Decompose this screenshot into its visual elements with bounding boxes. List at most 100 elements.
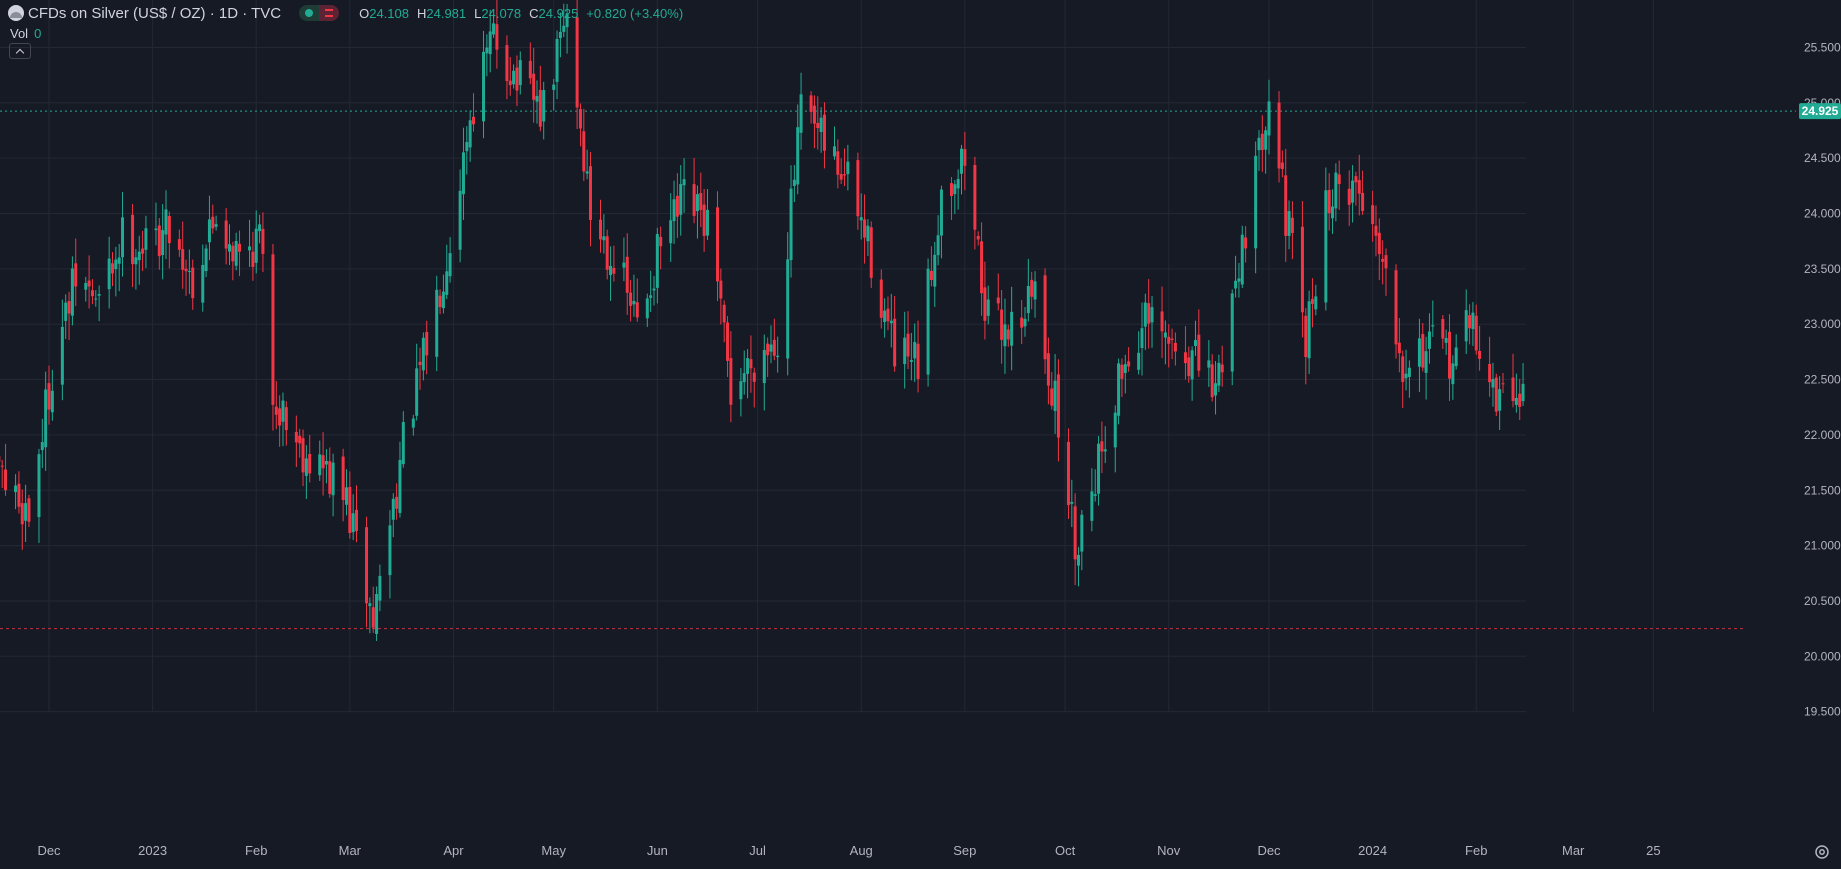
candle	[184, 259, 188, 296]
candle-body	[1381, 258, 1385, 262]
candle-body	[495, 24, 499, 50]
candle-body	[1498, 389, 1502, 411]
candle-body	[652, 288, 656, 291]
candle	[1210, 354, 1214, 402]
candle-body	[181, 249, 185, 270]
ohlc-values: O24.108 H24.981 L24.078 C24.925 +0.820 (…	[359, 6, 683, 21]
candle	[879, 269, 883, 329]
candle	[819, 107, 823, 153]
candle-body	[1046, 353, 1050, 386]
candle-body	[70, 268, 74, 316]
candle-body	[1244, 237, 1248, 249]
candle-body	[695, 194, 699, 212]
candle	[1147, 279, 1151, 349]
candle-body	[1514, 397, 1518, 405]
candle	[1080, 509, 1084, 571]
candle-body	[812, 105, 816, 124]
candle	[582, 108, 586, 182]
candle-body	[588, 166, 592, 220]
candle-body	[1237, 278, 1241, 282]
candle-body	[933, 254, 937, 287]
candle-body	[822, 114, 826, 151]
candle	[649, 270, 653, 312]
collapse-legend-button[interactable]	[9, 43, 31, 59]
candle-body	[843, 174, 847, 176]
candle	[1244, 226, 1248, 263]
x-tick-label: 2023	[138, 843, 167, 858]
candle-body	[87, 280, 91, 287]
candle	[1193, 320, 1197, 356]
candle	[832, 126, 836, 160]
candle	[294, 415, 298, 468]
candle-body	[1127, 361, 1131, 367]
y-tick-label: 22.500	[1804, 373, 1841, 387]
symbol-title[interactable]: CFDs on Silver (US$ / OZ) · 1D · TVC	[28, 5, 281, 22]
candle-body	[37, 454, 41, 518]
candle-body	[1300, 226, 1304, 313]
candle-body	[635, 302, 639, 318]
open-value: 24.108	[369, 5, 409, 21]
candle-body	[505, 45, 509, 82]
candle-body	[976, 235, 980, 240]
candle	[699, 172, 703, 228]
candle	[458, 169, 462, 263]
candle-body	[1384, 255, 1388, 269]
candle-body	[298, 435, 302, 444]
candle	[1117, 358, 1121, 425]
candle-body	[538, 89, 542, 127]
candle-body	[471, 116, 475, 125]
candle-body	[301, 438, 305, 473]
time-axis[interactable]: Dec 2023 Feb Mar Apr May Jun Jul Aug Sep Oct Nov Dec…	[37, 843, 1660, 858]
candle-body	[1066, 441, 1070, 506]
candle	[1451, 355, 1455, 400]
candle-body	[1006, 329, 1010, 340]
candle	[789, 165, 793, 278]
candle	[17, 471, 21, 514]
candle-body	[893, 318, 897, 367]
candle-body	[1190, 350, 1194, 380]
candle	[485, 34, 489, 77]
market-open-dot-icon	[299, 5, 320, 21]
candle-body	[238, 243, 242, 252]
candle	[916, 320, 920, 393]
candle-body	[749, 359, 753, 369]
candle-body	[916, 343, 920, 379]
market-status-pill[interactable]	[299, 5, 340, 21]
candle	[27, 494, 31, 528]
candle	[839, 158, 843, 185]
x-tick-label: Jul	[749, 843, 766, 858]
candle	[107, 236, 111, 309]
candle	[448, 237, 452, 283]
candle	[411, 414, 415, 436]
candle-body	[1234, 280, 1238, 289]
candlestick-chart[interactable]: 19.500 20.000 20.500 21.000 21.500 22.000 22.5…	[0, 0, 1841, 869]
candle-body	[555, 38, 559, 82]
candle-body	[809, 95, 813, 112]
change-value: +0.820 (+3.40%)	[586, 5, 684, 21]
candle	[1347, 170, 1351, 226]
open-label: O	[359, 5, 370, 21]
gear-icon[interactable]	[1813, 843, 1831, 861]
candle-body	[1090, 491, 1094, 521]
candle-body	[90, 290, 94, 297]
candle-body	[963, 149, 967, 166]
candle-body	[207, 219, 211, 243]
candle	[722, 300, 726, 343]
candle	[74, 238, 78, 307]
candle	[1197, 309, 1201, 377]
x-tick-label: Mar	[339, 843, 362, 858]
candle	[117, 243, 121, 292]
candle	[532, 47, 536, 123]
candle-body	[983, 287, 987, 321]
candle-body	[1431, 325, 1435, 327]
candle-body	[1070, 501, 1074, 504]
candle	[231, 241, 235, 281]
candle-body	[321, 455, 325, 469]
candle-body	[1113, 412, 1117, 448]
candle	[1464, 289, 1468, 354]
candle-body	[1310, 298, 1314, 304]
candle	[1401, 350, 1405, 409]
candle-body	[1337, 174, 1341, 185]
candle	[866, 219, 870, 256]
candle-body	[1277, 102, 1281, 169]
